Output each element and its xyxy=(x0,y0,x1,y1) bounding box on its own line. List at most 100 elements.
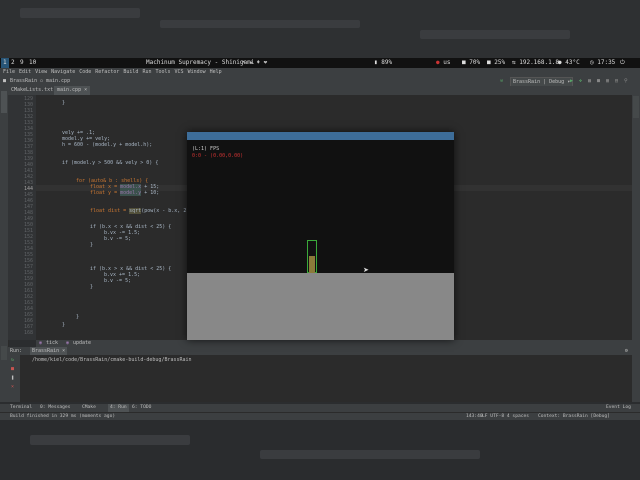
bottom-tool-tabs: Terminal 0: Messages CMake 4: Run 6: TOD… xyxy=(0,404,640,412)
tab-terminal[interactable]: Terminal xyxy=(10,404,32,412)
background-blur-shape xyxy=(30,435,190,445)
run-panel-header: Run: BrassRain × ⚙ xyxy=(8,347,632,355)
workspace-1[interactable]: 1 xyxy=(1,58,9,68)
code-token-highlight: model.y xyxy=(120,190,142,196)
code-line: if (model.y > 500 && vely > 0) { xyxy=(62,160,159,166)
code-token: float y = xyxy=(90,190,121,196)
run-console[interactable]: ↻ ■ ❚ × /home/kiel/code/BrassRain/cmake-… xyxy=(8,355,632,402)
menu-edit[interactable]: Edit xyxy=(19,69,31,75)
code-line: } xyxy=(62,100,66,106)
build-hammer-icon[interactable]: ⚒ xyxy=(500,77,503,86)
console-output: /home/kiel/code/BrassRain/cmake-build-de… xyxy=(32,357,192,363)
run-label: Run: xyxy=(10,348,23,354)
workspace-9[interactable]: 9 xyxy=(20,58,24,68)
run-config-tab[interactable]: BrassRain × xyxy=(30,347,68,355)
background-desktop-top xyxy=(0,0,640,58)
close-icon[interactable]: × xyxy=(84,87,87,93)
run-config-label: BrassRain | Debug xyxy=(513,79,565,85)
code-token-highlight: sqrt xyxy=(129,208,142,214)
breadcrumb-update[interactable]: update xyxy=(73,340,91,347)
run-toolbar: ↻ ■ ❚ × xyxy=(8,355,20,402)
clock-value: 17:35 xyxy=(597,59,616,66)
menu-run[interactable]: Run xyxy=(142,69,151,75)
tab-main-cpp[interactable]: main.cpp × xyxy=(54,86,91,95)
code-line: float y = model.y + 10; xyxy=(90,190,159,196)
ip-value: 192.168.1.8 xyxy=(519,59,559,66)
menu-navigate[interactable]: Navigate xyxy=(51,69,75,75)
pause-icon[interactable]: ❚ xyxy=(11,375,14,381)
code-line: } xyxy=(62,322,66,328)
line-number: 168 xyxy=(23,330,33,336)
background-blur-shape xyxy=(20,8,140,18)
structure-icon[interactable]: ▤ xyxy=(615,77,618,86)
code-line: b.v -= 5; xyxy=(104,278,132,284)
tab-todo[interactable]: 6: TODO xyxy=(132,404,151,412)
tab-event-log[interactable]: Event Log xyxy=(606,404,631,412)
menu-file[interactable]: File xyxy=(3,69,15,75)
close-icon[interactable]: × xyxy=(11,384,14,390)
context-selector[interactable]: Context: BrassRain [Debug] xyxy=(538,413,610,420)
memory-value: 25% xyxy=(494,59,506,66)
folder-icon: ■ xyxy=(3,78,7,84)
code-line: } xyxy=(76,314,80,320)
run-icon[interactable]: ▶ xyxy=(570,77,573,86)
workspace-2[interactable]: 2 xyxy=(11,58,15,68)
line-number-gutter: 129 130 131 132 133 134 135 136 137 138 … xyxy=(8,95,36,340)
menu-help[interactable]: Help xyxy=(210,69,222,75)
stop-icon[interactable]: ■ xyxy=(597,77,600,86)
search-icon[interactable]: ⚲ xyxy=(624,77,628,86)
method-icon: ◉ xyxy=(39,340,43,346)
breadcrumb-tick[interactable]: tick xyxy=(46,340,58,347)
game-window-titlebar[interactable] xyxy=(187,132,454,140)
menu-vcs[interactable]: VCS xyxy=(175,69,184,75)
battery-value: 89% xyxy=(381,59,393,66)
tab-cmake[interactable]: CMake xyxy=(82,404,96,412)
code-line: } xyxy=(90,284,94,290)
background-blur-shape xyxy=(420,30,570,39)
breadcrumb-file[interactable]: main.cpp xyxy=(46,77,70,86)
background-desktop-bottom xyxy=(0,420,640,480)
tab-run[interactable]: 4: Run xyxy=(108,404,129,412)
window-title: Machinum Supremacy - Shinigami xyxy=(146,59,255,66)
gear-icon[interactable]: ⚙ xyxy=(625,347,628,355)
run-config-tab-label: BrassRain xyxy=(32,348,60,354)
project-tool-button[interactable] xyxy=(1,91,7,113)
menu-refactor[interactable]: Refactor xyxy=(95,69,119,75)
breadcrumb-project[interactable]: BrassRain xyxy=(10,77,37,86)
temperature-value: 43°C xyxy=(565,59,580,66)
network-value: us xyxy=(443,59,451,66)
window-manager-bar: 1 2 9 10 Machinum Supremacy - Shinigami … xyxy=(0,58,640,69)
menu-build[interactable]: Build xyxy=(123,69,138,75)
rerun-icon[interactable]: ↻ xyxy=(11,357,14,363)
menu-view[interactable]: View xyxy=(35,69,47,75)
game-window[interactable]: (L:1) FPS 0:0 - (0.00,0.00) ➤ xyxy=(187,132,454,340)
code-line: h = 600 - (model.y + model.h); xyxy=(62,142,153,148)
status-bar: Build finished in 329 ms (moments ago) 1… xyxy=(0,412,640,420)
title-icons: • ★ ♦ ❤ xyxy=(242,59,268,66)
code-token: + 10; xyxy=(141,190,160,196)
code-line: } xyxy=(90,242,94,248)
status-message[interactable]: Build finished in 329 ms (moments ago) xyxy=(10,413,115,420)
menu-tools[interactable]: Tools xyxy=(155,69,170,75)
stop-icon[interactable]: ■ xyxy=(11,366,14,372)
database-tool-button[interactable] xyxy=(633,96,639,118)
workspace-10[interactable]: 10 xyxy=(29,58,36,68)
file-encoding[interactable]: LF UTF-8 4 spaces xyxy=(482,413,529,420)
debug-icon[interactable]: ❖ xyxy=(579,77,582,86)
menu-code[interactable]: Code xyxy=(79,69,91,75)
code-breadcrumb: ◉ tick ◉ update xyxy=(36,340,632,347)
favorites-tool-button[interactable] xyxy=(1,346,7,360)
tab-label: CMakeLists.txt xyxy=(11,87,54,93)
editor-tabs: CMakeLists.txt × main.cpp × xyxy=(8,86,640,95)
sdk-icon[interactable]: ▦ xyxy=(606,77,609,86)
coverage-icon[interactable]: ▩ xyxy=(588,77,591,86)
power-icon[interactable]: ⏻ xyxy=(620,58,625,68)
game-viewport[interactable]: (L:1) FPS 0:0 - (0.00,0.00) ➤ xyxy=(187,140,454,274)
tab-label: main.cpp xyxy=(57,87,82,93)
menu-window[interactable]: Window xyxy=(188,69,206,75)
caret-position[interactable]: 143:40 xyxy=(466,413,483,420)
tab-messages[interactable]: 0: Messages xyxy=(40,404,70,412)
menu-bar: File Edit View Navigate Code Refactor Build Run… xyxy=(0,68,640,77)
cpu-value: 70% xyxy=(469,59,481,66)
debug-readout: 0:0 - (0.00,0.00) xyxy=(192,153,244,159)
